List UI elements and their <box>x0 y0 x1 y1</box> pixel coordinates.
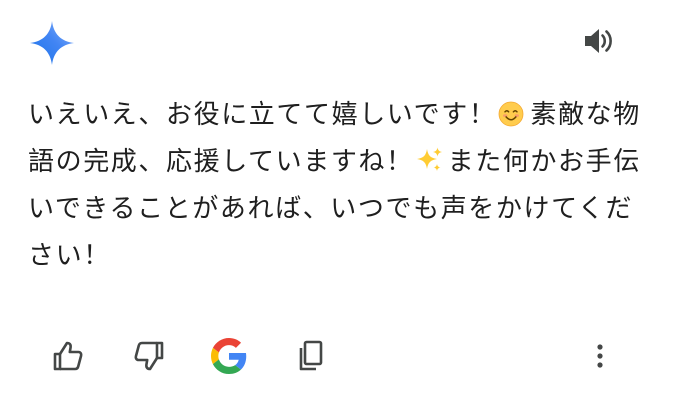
thumb-up-icon <box>53 341 83 371</box>
more-options-button[interactable] <box>580 336 620 376</box>
response-card: いえいえ、お役に立てて嬉しいです！ 素敵な物語の完成、応援していますね！ また何… <box>0 0 688 414</box>
smiling-face-emoji-icon <box>498 96 524 127</box>
thumb-down-button[interactable] <box>129 336 169 376</box>
thumb-down-icon <box>134 341 164 371</box>
speaker-icon[interactable] <box>582 27 616 55</box>
message-text-part1: いえいえ、お役に立てて嬉しいです！ <box>28 100 497 130</box>
sparkles-emoji-icon <box>416 143 444 171</box>
response-text: いえいえ、お役に立てて嬉しいです！ 素敵な物語の完成、応援していますね！ また何… <box>28 92 648 280</box>
more-vertical-icon <box>597 344 603 368</box>
google-g-icon <box>211 338 247 374</box>
thumb-up-button[interactable] <box>48 336 88 376</box>
copy-button[interactable] <box>291 336 331 376</box>
copy-icon <box>299 340 323 371</box>
google-search-button[interactable] <box>209 336 249 376</box>
gemini-sparkle-icon <box>28 19 76 67</box>
